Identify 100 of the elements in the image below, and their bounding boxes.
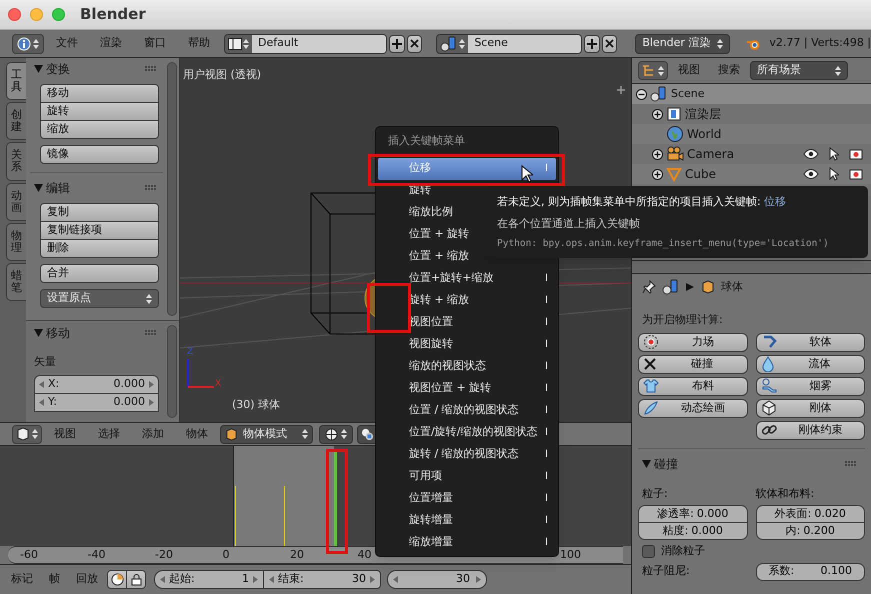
tool-button[interactable]: 复制 <box>40 203 159 222</box>
menu-item[interactable]: 视图位置 + 旋转 I <box>378 378 556 400</box>
number-field[interactable]: X: 0.000 <box>34 374 159 394</box>
physics-button[interactable]: 刚体约束 <box>756 420 865 440</box>
menu-item[interactable]: 缩放增量 I <box>378 532 556 554</box>
physics-button[interactable]: 碰撞 <box>638 354 748 374</box>
record-button[interactable] <box>107 570 127 589</box>
checkbox[interactable] <box>642 544 655 558</box>
tree-row[interactable]: Scene <box>632 84 871 104</box>
menu-item[interactable]: 搜索 <box>710 62 748 79</box>
tool-tab[interactable]: 物理 <box>6 222 26 261</box>
physics-button[interactable]: 软体 <box>756 332 865 352</box>
menu-item[interactable]: 视图旋转 I <box>378 334 556 356</box>
arrow-right-icon[interactable] <box>149 380 154 388</box>
physics-button[interactable]: 动态绘画 <box>638 398 748 418</box>
expand-icon[interactable] <box>652 168 663 180</box>
number-field[interactable]: 内: 0.200 <box>756 522 865 540</box>
physics-button[interactable]: 布料 <box>638 376 748 396</box>
menu-item[interactable]: 渲染 <box>90 35 132 52</box>
tool-button[interactable]: 镜像 <box>40 145 159 164</box>
physics-button[interactable]: 烟雾 <box>756 376 865 396</box>
tool-button[interactable]: 移动 <box>40 84 159 103</box>
expand-icon[interactable] <box>652 148 663 160</box>
menu-item[interactable]: 视图 <box>670 62 708 79</box>
remove-button[interactable] <box>602 34 618 52</box>
pivot-button[interactable] <box>357 424 377 444</box>
updown-arrows-icon <box>302 428 308 440</box>
remove-button[interactable] <box>406 34 422 52</box>
arrow-right-icon[interactable] <box>370 576 375 583</box>
number-field[interactable]: 粘度: 0.000 <box>638 522 748 540</box>
mode-dropdown[interactable]: 物体模式 <box>220 424 313 444</box>
menu-item[interactable]: 选择 <box>88 426 130 442</box>
menu-item[interactable]: 标记 <box>4 571 40 588</box>
lock-button[interactable] <box>126 570 146 589</box>
menu-item[interactable]: 文件 <box>46 35 88 52</box>
tool-button[interactable]: 缩放 <box>40 120 159 139</box>
updown-arrows-icon <box>459 38 466 50</box>
tool-button[interactable]: 合并 <box>40 264 159 283</box>
tool-tab[interactable]: 蜡笔 <box>6 262 26 302</box>
menu-item[interactable]: 添加 <box>132 426 174 442</box>
menu-item[interactable]: 回放 <box>69 571 105 588</box>
start-field[interactable]: 起始: 1 <box>154 570 264 589</box>
tool-button[interactable]: 删除 <box>40 239 159 258</box>
section-label: 粒子: <box>641 486 669 502</box>
arrow-right-icon[interactable] <box>253 576 258 583</box>
menu-item[interactable]: 位置+旋转+缩放 I <box>378 268 556 290</box>
plus-icon[interactable] <box>617 86 625 94</box>
close-icon[interactable] <box>8 8 21 21</box>
scene-selector[interactable]: Scene <box>436 34 582 54</box>
arrow-right-icon[interactable] <box>149 398 154 406</box>
scene-icon <box>440 34 458 52</box>
cursor-arrow-icon <box>829 147 839 161</box>
number-field[interactable]: 外表面: 0.020 <box>756 505 865 523</box>
display-mode-dropdown[interactable]: 所有场景 <box>750 61 848 80</box>
editor-type-button[interactable] <box>12 34 44 54</box>
layout-selector[interactable]: Default <box>224 34 388 54</box>
current-frame-field[interactable]: 30 <box>387 570 487 589</box>
render-engine-dropdown[interactable]: Blender 渲染 <box>635 34 730 54</box>
pin-icon[interactable] <box>642 280 656 294</box>
number-field[interactable]: 系数: 0.100 <box>756 562 865 580</box>
tree-row[interactable]: Cube <box>632 164 871 184</box>
end-field[interactable]: 结束: 30 <box>263 570 381 589</box>
menu-item[interactable]: 旋转 / 缩放的视图状态 I <box>378 444 556 466</box>
menu-item[interactable]: 窗口 <box>134 35 176 52</box>
editor-type-button[interactable] <box>638 61 668 80</box>
expand-icon[interactable] <box>652 108 663 120</box>
tool-button[interactable]: 旋转 <box>40 102 159 121</box>
arrow-left-icon[interactable] <box>160 576 165 583</box>
arrow-left-icon[interactable] <box>39 398 44 406</box>
add-button[interactable] <box>584 34 600 52</box>
collapse-icon[interactable] <box>636 88 647 100</box>
tool-tab[interactable]: 创建 <box>6 102 26 140</box>
menu-item[interactable]: 视图 <box>44 426 86 442</box>
physics-button[interactable]: 力场 <box>638 332 748 352</box>
arrow-left-icon[interactable] <box>393 576 398 583</box>
menu-item[interactable]: 可用项 I <box>378 466 556 488</box>
menu-item[interactable]: 物体 <box>176 426 218 442</box>
shading-dropdown[interactable] <box>319 424 353 444</box>
tree-row[interactable]: World <box>632 124 871 144</box>
physics-button[interactable]: 刚体 <box>756 398 865 418</box>
arrow-right-icon[interactable] <box>476 576 481 583</box>
physics-button[interactable]: 流体 <box>756 354 865 374</box>
tool-tab[interactable]: 关系 <box>6 142 26 181</box>
menu-item[interactable]: 位置增量 I <box>378 488 556 510</box>
menu-item[interactable]: 位置 / 缩放的视图状态 I <box>378 400 556 422</box>
number-field[interactable]: 渗透率: 0.000 <box>638 505 748 523</box>
number-field[interactable]: Y: 0.000 <box>34 392 159 412</box>
menu-item[interactable]: 缩放的视图状态 I <box>378 356 556 378</box>
tool-tab[interactable]: 工具 <box>6 62 26 100</box>
tool-button[interactable]: 复制链接项 <box>40 221 159 240</box>
origin-dropdown[interactable]: 设置原点 <box>40 289 159 308</box>
menu-item[interactable]: 旋转增量 I <box>378 510 556 532</box>
editor-type-button[interactable] <box>12 424 42 444</box>
tool-tab[interactable]: 动画 <box>6 182 26 221</box>
arrow-left-icon[interactable] <box>269 576 274 583</box>
menu-item[interactable]: 帧 <box>42 571 67 588</box>
arrow-left-icon[interactable] <box>39 380 44 388</box>
menu-item[interactable]: 帮助 <box>178 35 220 52</box>
menu-item[interactable]: 位置/旋转/缩放的视图状态 I <box>378 422 556 444</box>
add-button[interactable] <box>389 34 405 52</box>
